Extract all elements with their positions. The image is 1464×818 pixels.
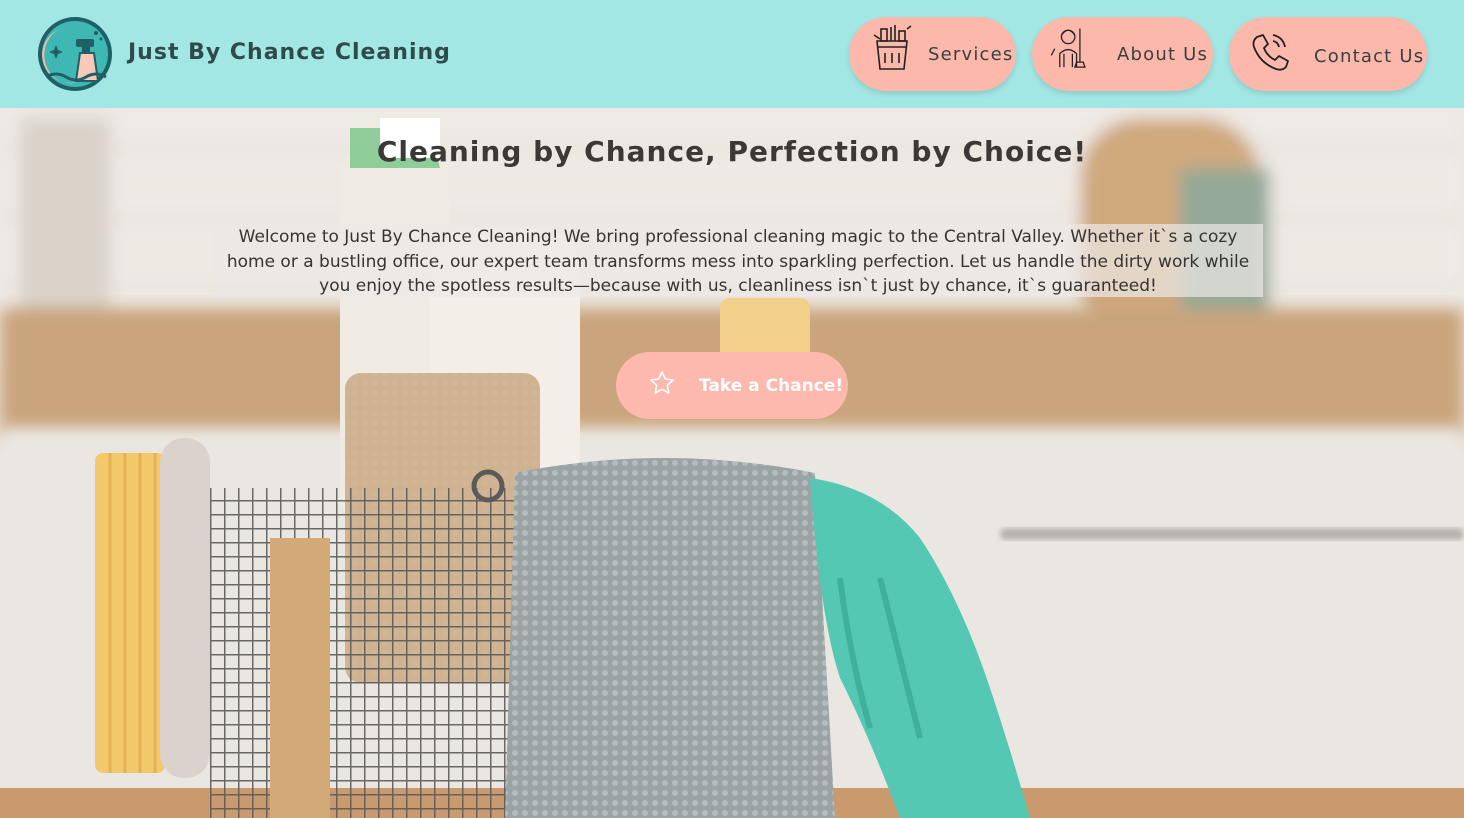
nav-services-label: Services [928, 44, 1014, 65]
hero-section: Cleaning by Chance, Perfection by Choice… [0, 108, 1464, 818]
cleaning-bucket-icon [873, 25, 912, 70]
take-a-chance-button[interactable]: Take a Chance! [616, 352, 848, 419]
nav-about-label: About Us [1117, 44, 1209, 65]
nav-services-button[interactable]: Services [849, 17, 1016, 91]
take-a-chance-label: Take a Chance! [699, 376, 844, 396]
nav-about-button[interactable]: About Us [1032, 17, 1213, 91]
brand-name[interactable]: Just By Chance Cleaning [128, 40, 451, 65]
nav-contact-button[interactable]: Contact Us [1229, 17, 1427, 91]
star-icon [650, 371, 674, 394]
phone-icon [1252, 34, 1289, 71]
spray-bottle-moon-logo[interactable] [36, 15, 114, 93]
hero-headline: Cleaning by Chance, Perfection by Choice… [376, 135, 1088, 168]
cleaner-person-icon [1050, 28, 1086, 68]
site-header: Just By Chance Cleaning Services About U… [0, 0, 1464, 108]
hero-background-image [0, 108, 1464, 818]
hero-intro-text: Welcome to Just By Chance Cleaning! We b… [213, 224, 1263, 297]
nav-contact-label: Contact Us [1314, 46, 1425, 67]
